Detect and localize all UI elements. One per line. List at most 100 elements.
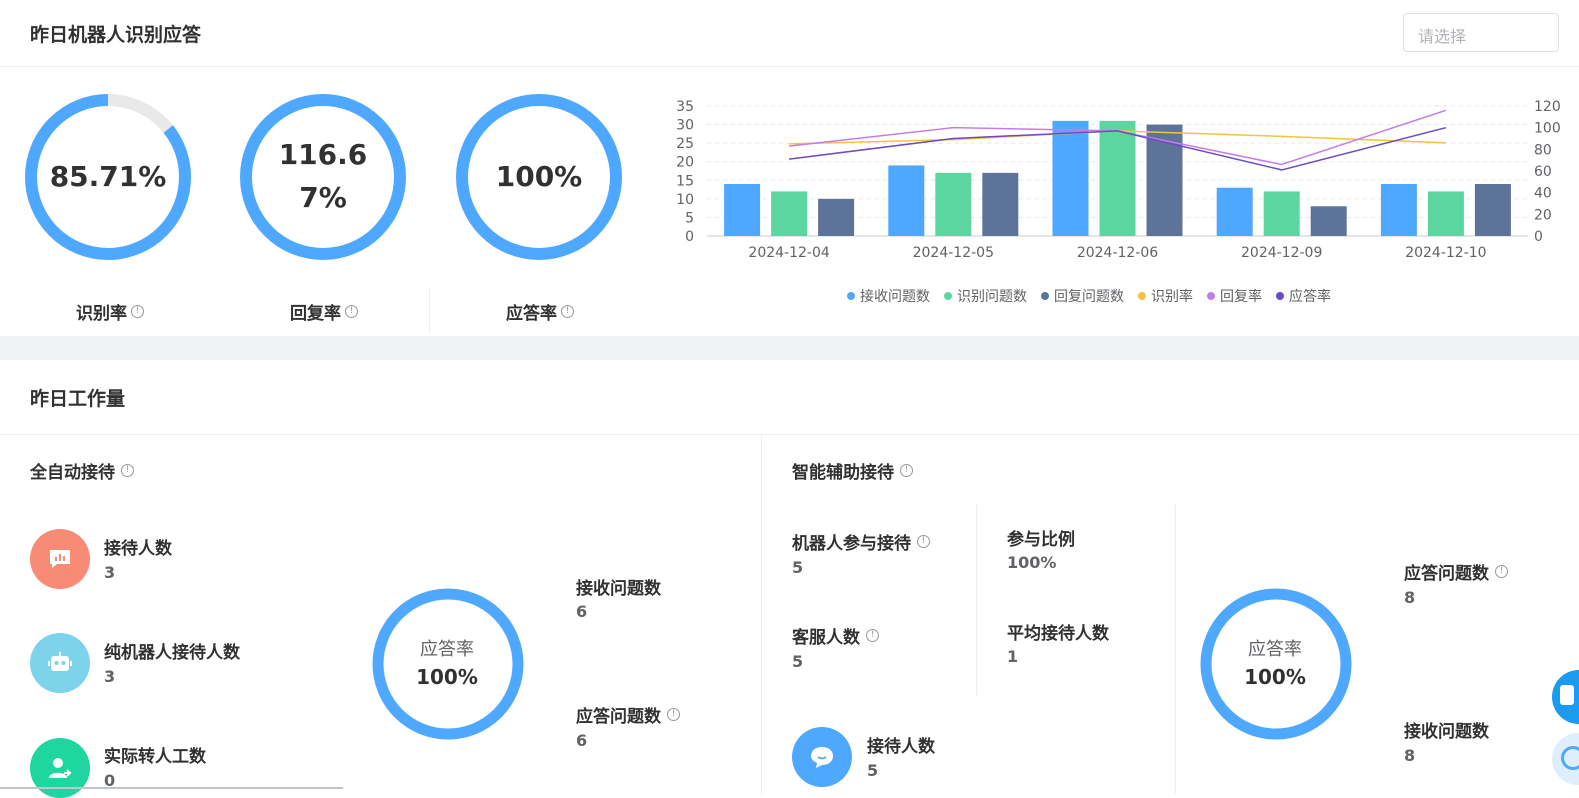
info-icon[interactable]: ! — [131, 305, 144, 318]
stat-value: 5 — [867, 761, 879, 780]
ring-assist-answer — [1200, 588, 1352, 740]
user-transfer-icon — [30, 738, 90, 798]
ring-answer-value: 100% — [495, 160, 583, 193]
date-select[interactable]: 请选择 — [1403, 13, 1559, 52]
ring-reply-value-line1: 116.6 — [278, 138, 368, 171]
stat-label: 接收问题数 — [1404, 722, 1489, 742]
floating-help-button[interactable] — [1552, 733, 1579, 785]
ring-assist-value: 100% — [1244, 665, 1306, 689]
ring-auto-value: 100% — [416, 665, 478, 689]
bar — [724, 184, 761, 236]
assist-reception-title-text: 智能辅助接待 — [792, 463, 894, 483]
stat-label-with-info: 应答问题数 ! — [576, 702, 680, 727]
divider — [429, 288, 430, 334]
stat-label: 接收问题数 — [576, 579, 661, 599]
x-tick-label: 2024-12-10 — [1405, 245, 1486, 261]
bar — [888, 165, 925, 236]
legend-item[interactable]: 回复率 — [1207, 286, 1262, 306]
bar — [935, 172, 972, 236]
y-left-tick-label: 20 — [676, 155, 694, 171]
combo-chart: 35 30 25 20 15 10 5 0 120 100 80 60 40 20 0 2024-12-04 2… — [676, 99, 1561, 261]
section-title-workload: 昨日工作量 — [30, 388, 126, 410]
stat-value: 5 — [792, 558, 804, 577]
label-recognition-rate: 识别率 ! — [76, 299, 144, 324]
label-answer-rate: 应答率 ! — [506, 299, 574, 324]
y-left-tick-label: 35 — [676, 99, 694, 115]
label-reply-text: 回复率 — [290, 304, 341, 324]
legend-label: 识别率 — [1151, 289, 1193, 305]
y-right-tick-label: 80 — [1534, 142, 1552, 158]
x-tick-label: 2024-12-05 — [913, 245, 994, 261]
info-icon[interactable]: ! — [900, 464, 913, 477]
x-tick-label: 2024-12-04 — [748, 245, 829, 261]
stat-value: 6 — [576, 731, 588, 750]
floating-chat-button[interactable] — [1552, 670, 1579, 724]
stat-value: 5 — [792, 652, 804, 671]
chart-legend: 接收问题数 识别问题数 回复问题数 识别率 回复率 应答率 — [847, 286, 1331, 306]
section-gap — [0, 336, 1579, 360]
header-divider — [0, 66, 1579, 67]
divider — [761, 435, 762, 794]
bar — [1216, 187, 1253, 236]
bar — [1099, 120, 1136, 236]
robot-icon — [30, 633, 90, 693]
legend-item[interactable]: 回复问题数 — [1041, 286, 1124, 306]
auto-reception-title-text: 全自动接待 — [30, 463, 115, 483]
stat-label: 参与比例 — [1007, 530, 1075, 550]
info-icon[interactable]: ! — [121, 464, 134, 477]
info-icon[interactable]: ! — [667, 708, 680, 721]
chat-bubble-icon — [792, 727, 852, 787]
auto-reception-title: 全自动接待 ! — [30, 458, 134, 483]
legend-label: 回复率 — [1220, 289, 1262, 305]
legend-item[interactable]: 应答率 — [1276, 286, 1331, 306]
legend-label: 识别问题数 — [957, 289, 1027, 305]
y-right-tick-label: 60 — [1534, 164, 1552, 180]
bar — [982, 172, 1019, 236]
bar — [1380, 184, 1417, 236]
stat-label: 纯机器人接待人数 — [104, 643, 240, 663]
legend-item[interactable]: 识别问题数 — [944, 286, 1027, 306]
stat-label-with-info: 机器人参与接待 ! — [792, 529, 930, 554]
y-left-tick-label: 25 — [676, 136, 694, 152]
divider — [976, 505, 977, 695]
legend-label: 接收问题数 — [860, 289, 930, 305]
legend-label: 应答率 — [1289, 289, 1331, 305]
headset-icon — [1561, 746, 1579, 770]
y-right-tick-label: 100 — [1534, 121, 1561, 137]
stat-label: 实际转人工数 — [104, 747, 206, 767]
stat-value: 3 — [104, 667, 116, 686]
legend-dot-icon — [1138, 292, 1146, 300]
y-right-tick-label: 120 — [1534, 99, 1561, 115]
horizontal-scrollbar[interactable] — [0, 787, 343, 789]
ring-auto-answer — [372, 588, 524, 740]
stat-label: 接待人数 — [104, 539, 172, 559]
legend-dot-icon — [1207, 292, 1215, 300]
stat-label: 应答问题数 — [1404, 564, 1489, 584]
info-icon[interactable]: ! — [1495, 565, 1508, 578]
bar — [1310, 206, 1347, 236]
info-icon[interactable]: ! — [917, 535, 930, 548]
legend-item[interactable]: 接收问题数 — [847, 286, 930, 306]
y-right-tick-label: 20 — [1534, 207, 1552, 223]
assist-reception-title: 智能辅助接待 ! — [792, 458, 913, 483]
legend-label: 回复问题数 — [1054, 289, 1124, 305]
legend-item[interactable]: 识别率 — [1138, 286, 1193, 306]
bar — [818, 198, 855, 236]
info-icon[interactable]: ! — [866, 629, 879, 642]
stat-value: 8 — [1404, 588, 1416, 607]
label-answer-text: 应答率 — [506, 304, 557, 324]
stat-label: 机器人参与接待 — [792, 534, 911, 554]
stat-label: 应答问题数 — [576, 707, 661, 727]
legend-dot-icon — [944, 292, 952, 300]
y-left-tick-label: 10 — [676, 192, 694, 208]
legend-dot-icon — [1276, 292, 1284, 300]
info-icon[interactable]: ! — [345, 305, 358, 318]
y-left-tick-label: 15 — [676, 173, 694, 189]
stat-value: 6 — [576, 602, 588, 621]
info-icon[interactable]: ! — [561, 305, 574, 318]
x-tick-label: 2024-12-06 — [1077, 245, 1158, 261]
stat-value: 3 — [104, 563, 116, 582]
y-right-tick-label: 0 — [1534, 229, 1543, 245]
ring-assist-label: 应答率 — [1248, 639, 1302, 660]
legend-dot-icon — [1041, 292, 1049, 300]
